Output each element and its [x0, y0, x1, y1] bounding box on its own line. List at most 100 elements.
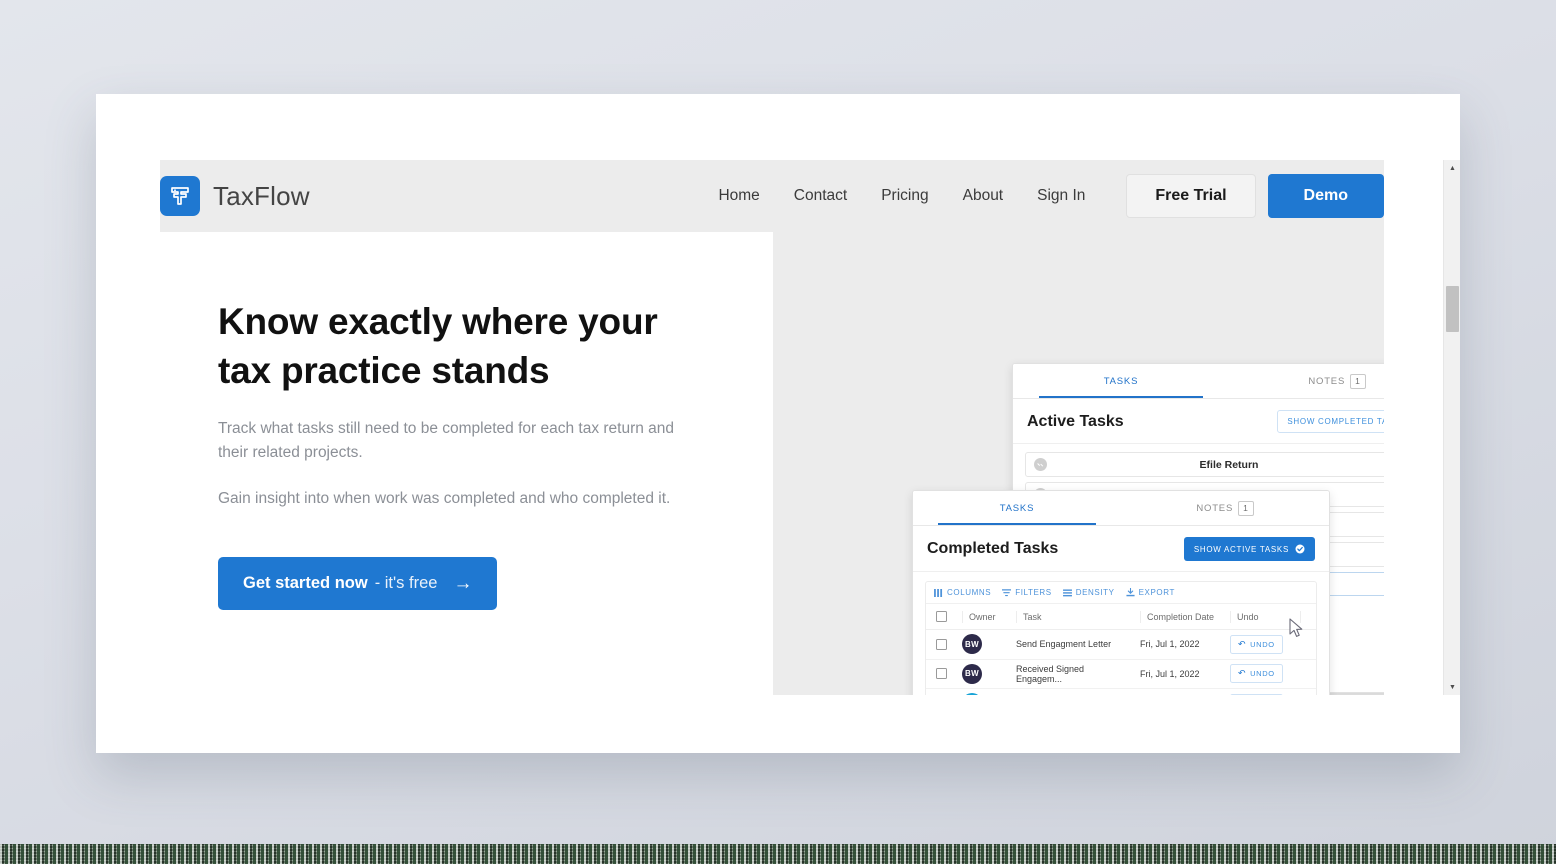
column-header-undo[interactable]: Undo [1224, 611, 1294, 623]
column-header-task[interactable]: Task [1010, 611, 1134, 623]
page-title: Know exactly where your tax practice sta… [218, 297, 698, 395]
taxflow-logo-icon [160, 176, 200, 216]
table-row[interactable]: DPReceive Tax InformationFri, Jul 1, 202… [926, 689, 1316, 695]
tab-notes-completed-card[interactable]: NOTES 1 [1121, 491, 1329, 525]
tab-label: TASKS [1000, 503, 1034, 514]
nav-link-contact[interactable]: Contact [777, 187, 864, 205]
demo-button[interactable]: Demo [1268, 174, 1384, 218]
datagrid-toolbar: COLUMNS FILTERS DENSITY [926, 582, 1316, 604]
datagrid-body: BW Send Engagment LetterFri, Jul 1, 2022 ↶… [926, 630, 1316, 695]
undo-button[interactable]: ↶ UNDO [1230, 664, 1283, 683]
export-icon [1126, 588, 1135, 597]
undo-arrow-icon: ↶ [1238, 640, 1246, 649]
hero-copy: Know exactly where your tax practice sta… [218, 297, 718, 610]
columns-button[interactable]: COLUMNS [934, 588, 991, 597]
avatar: DP [962, 693, 982, 695]
column-header-completion-date[interactable]: Completion Date [1134, 611, 1224, 623]
task-cell: Received Signed Engagem... [1010, 664, 1134, 684]
toolbar-label: EXPORT [1139, 588, 1175, 597]
nav-link-pricing[interactable]: Pricing [864, 187, 945, 205]
owner-cell: DP [956, 693, 1010, 695]
export-button[interactable]: EXPORT [1126, 588, 1175, 597]
brand-logo[interactable]: TaxFlow [160, 176, 310, 216]
completed-card-header: Completed Tasks SHOW ACTIVE TASKS [913, 526, 1329, 572]
cta-strong-label: Get started now [243, 574, 368, 593]
vertical-scrollbar[interactable]: ▲ ▼ [1443, 160, 1460, 695]
undo-button[interactable]: ↶ UNDO [1230, 635, 1283, 654]
screen-noise-strip [0, 844, 1556, 864]
task-row[interactable]: Efile Return [1025, 452, 1384, 477]
column-label: Task [1023, 612, 1042, 622]
density-icon [1063, 589, 1072, 597]
show-active-tasks-button[interactable]: SHOW ACTIVE TASKS [1184, 537, 1315, 561]
site-navbar: TaxFlow Home Contact Pricing About Sign … [160, 160, 1384, 232]
arrow-right-icon: → [453, 574, 472, 593]
tab-label: NOTES [1196, 503, 1233, 514]
tab-tasks-completed-card[interactable]: TASKS [913, 491, 1121, 525]
get-started-button[interactable]: Get started now - it's free → [218, 557, 497, 610]
toolbar-label: FILTERS [1015, 588, 1052, 597]
select-all-checkbox-cell [926, 611, 956, 622]
table-row[interactable]: BWReceived Signed Engagem...Fri, Jul 1, … [926, 660, 1316, 690]
columns-icon [934, 589, 943, 597]
notes-count-badge: 1 [1350, 374, 1366, 389]
filters-button[interactable]: FILTERS [1002, 588, 1052, 597]
notes-count-badge: 1 [1238, 501, 1254, 516]
avatar: BW [962, 634, 982, 654]
toolbar-label: DENSITY [1076, 588, 1115, 597]
tab-tasks-active-card[interactable]: TASKS [1013, 364, 1229, 398]
undo-label: UNDO [1250, 669, 1274, 678]
completed-tasks-card: TASKS NOTES 1 Completed Tasks SHOW ACTIV… [912, 490, 1330, 695]
owner-cell: BW [956, 634, 1010, 654]
column-label: Undo [1237, 612, 1259, 622]
nav-link-home[interactable]: Home [701, 187, 776, 205]
hero-paragraph-1: Track what tasks still need to be comple… [218, 417, 688, 465]
nav-links: Home Contact Pricing About Sign In Free … [701, 174, 1384, 218]
column-label: Completion Date [1147, 612, 1214, 622]
button-label: SHOW ACTIVE TASKS [1194, 545, 1289, 554]
tab-notes-active-card[interactable]: NOTES 1 [1229, 364, 1384, 398]
completion-date-cell: Fri, Jul 1, 2022 [1134, 639, 1224, 649]
active-card-header: Active Tasks SHOW COMPLETED TASKS [1013, 399, 1384, 444]
toolbar-label: COLUMNS [947, 588, 991, 597]
avatar: BW [962, 664, 982, 684]
show-completed-tasks-button[interactable]: SHOW COMPLETED TASKS [1277, 410, 1384, 433]
nav-link-about[interactable]: About [946, 187, 1021, 205]
column-header-owner[interactable]: Owner [956, 611, 1010, 623]
free-trial-button[interactable]: Free Trial [1126, 174, 1255, 218]
scrollbar-thumb[interactable] [1446, 286, 1459, 332]
row-checkbox-cell [926, 639, 956, 650]
select-all-checkbox[interactable] [936, 611, 947, 622]
tab-label: NOTES [1308, 376, 1345, 387]
hero-paragraph-2: Gain insight into when work was complete… [218, 487, 688, 511]
hero-section: Know exactly where your tax practice sta… [160, 232, 1384, 695]
owner-cell: BW [956, 664, 1010, 684]
density-button[interactable]: DENSITY [1063, 588, 1115, 597]
undo-cell: ↶ UNDO [1224, 635, 1294, 654]
task-cell: Send Engagment Letter [1010, 639, 1134, 649]
undo-cell: ↶UNDO [1224, 694, 1294, 695]
browser-page: TaxFlow Home Contact Pricing About Sign … [96, 94, 1460, 753]
undo-label: UNDO [1250, 640, 1274, 649]
check-circle-icon [1034, 458, 1047, 471]
active-card-tabs: TASKS NOTES 1 [1013, 364, 1384, 399]
brand-name: TaxFlow [213, 181, 310, 212]
undo-cell: ↶ UNDO [1224, 664, 1294, 683]
scroll-up-arrow-icon[interactable]: ▲ [1444, 160, 1461, 176]
completed-tasks-heading: Completed Tasks [927, 540, 1058, 558]
task-name: Efile Return [1047, 459, 1384, 471]
filter-icon [1002, 589, 1011, 597]
undo-button[interactable]: ↶UNDO [1230, 694, 1283, 695]
row-checkbox[interactable] [936, 639, 947, 650]
active-tasks-heading: Active Tasks [1027, 413, 1124, 431]
undo-arrow-icon: ↶ [1238, 669, 1246, 678]
row-checkbox[interactable] [936, 668, 947, 679]
column-header-spacer [1294, 611, 1316, 623]
row-checkbox-cell [926, 668, 956, 679]
button-label: SHOW COMPLETED TASKS [1287, 417, 1384, 426]
completed-tasks-datagrid: COLUMNS FILTERS DENSITY [925, 581, 1317, 695]
scroll-down-arrow-icon[interactable]: ▼ [1444, 679, 1461, 695]
table-row[interactable]: BW Send Engagment LetterFri, Jul 1, 2022 ↶… [926, 630, 1316, 660]
cta-light-label: - it's free [375, 574, 438, 593]
nav-link-sign-in[interactable]: Sign In [1020, 187, 1102, 205]
